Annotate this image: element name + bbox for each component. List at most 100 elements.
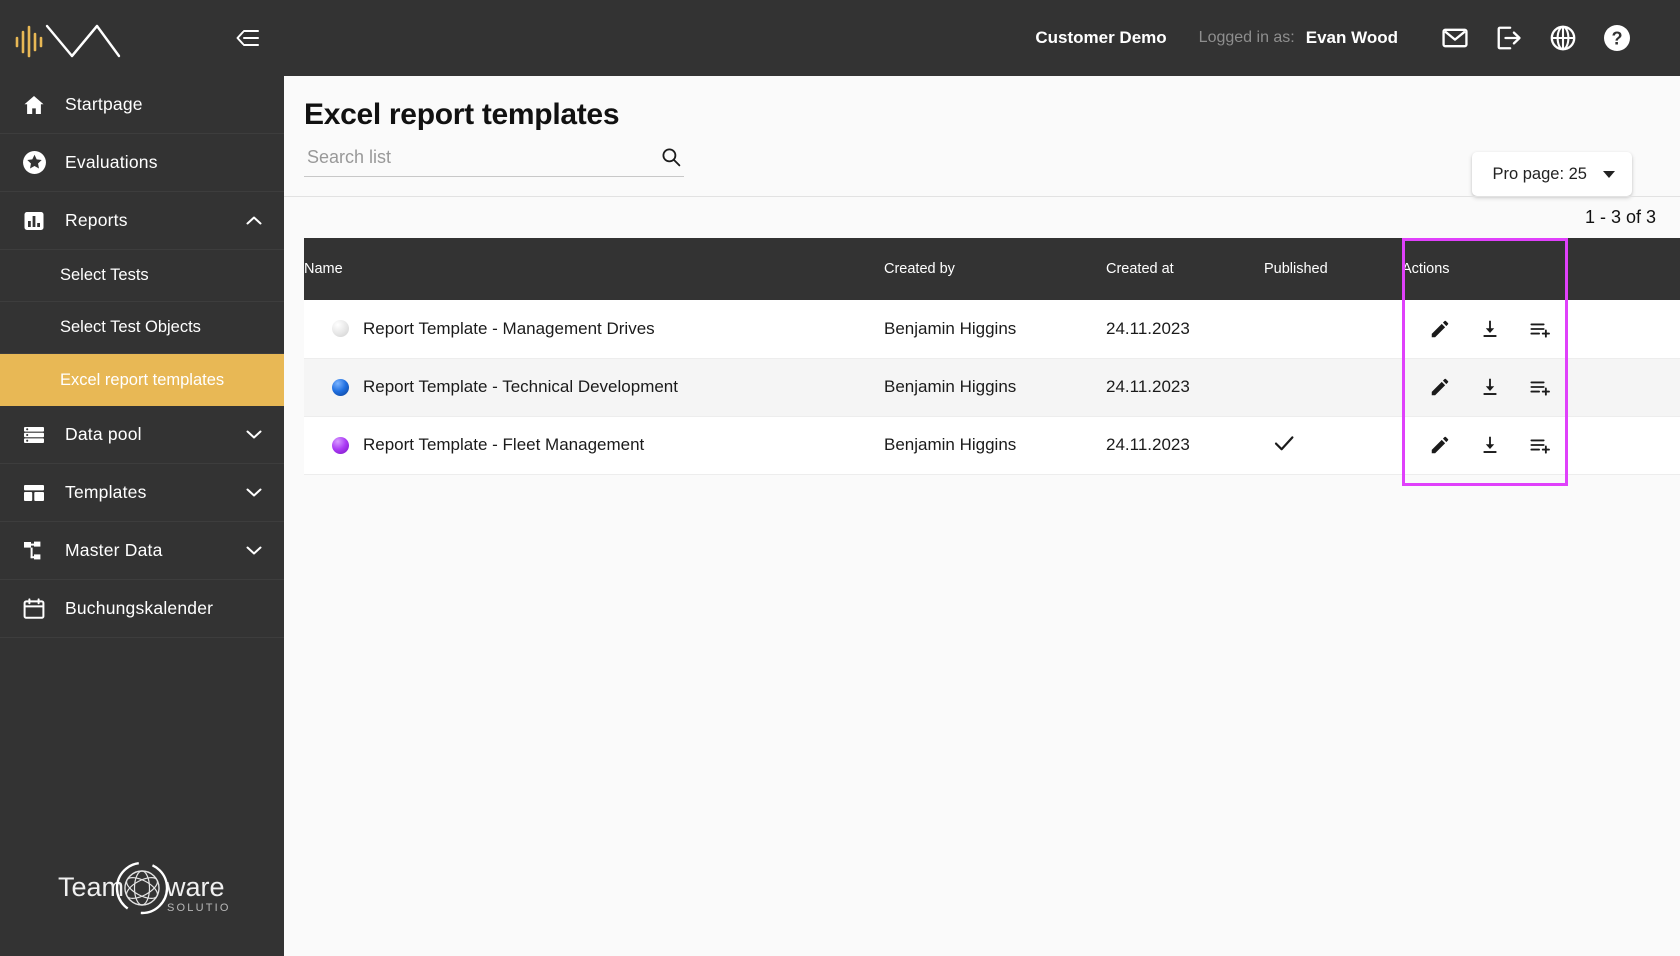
mail-icon[interactable] bbox=[1428, 11, 1482, 65]
cell-name: Report Template - Technical Development bbox=[304, 358, 884, 417]
star-badge-icon bbox=[19, 148, 49, 178]
page-content: Excel report templates Pro page: 25 bbox=[284, 76, 1680, 956]
page-title: Excel report templates bbox=[304, 98, 620, 131]
search-icon[interactable] bbox=[660, 146, 682, 168]
column-header-created-at[interactable]: Created at bbox=[1106, 238, 1264, 300]
chevron-down-icon bbox=[1603, 170, 1615, 178]
add-to-list-icon[interactable] bbox=[1528, 375, 1552, 399]
download-icon[interactable] bbox=[1478, 433, 1502, 457]
svg-text:Team: Team bbox=[58, 872, 124, 902]
tenant-name: Customer Demo bbox=[1035, 28, 1167, 47]
sidebar-item-label: Evaluations bbox=[65, 152, 158, 172]
download-icon[interactable] bbox=[1478, 317, 1502, 341]
column-header-name[interactable]: Name bbox=[304, 238, 884, 300]
top-bar: Customer Demo Logged in as: Evan Wood ? bbox=[284, 0, 1680, 76]
logged-in-user[interactable]: Evan Wood bbox=[1306, 28, 1398, 48]
cell-actions bbox=[1402, 300, 1574, 359]
table-header-row: Name Created by Created at Published Act… bbox=[304, 238, 1680, 300]
svg-text:SOLUTIONS: SOLUTIONS bbox=[167, 902, 230, 914]
chevron-up-icon[interactable] bbox=[246, 213, 262, 229]
table-row[interactable]: Report Template - Fleet Management Benja… bbox=[304, 416, 1680, 475]
bar-chart-icon bbox=[19, 206, 49, 236]
cell-created-at: 24.11.2023 bbox=[1106, 358, 1264, 417]
column-header-actions: Actions bbox=[1402, 238, 1574, 300]
cell-created-at: 24.11.2023 bbox=[1106, 300, 1264, 359]
sidebar-item-templates[interactable]: Templates bbox=[0, 464, 284, 522]
published-check-icon bbox=[1272, 431, 1294, 453]
chevron-down-icon[interactable] bbox=[246, 543, 262, 559]
sidebar-item-startpage[interactable]: Startpage bbox=[0, 76, 284, 134]
help-circle-icon[interactable]: ? bbox=[1590, 11, 1644, 65]
sidebar-item-data-pool[interactable]: Data pool bbox=[0, 406, 284, 464]
sidebar-nav: Startpage Evaluations Reports Select Tes… bbox=[0, 76, 284, 826]
sidebar-subitem-label: Select Tests bbox=[60, 266, 149, 284]
sidebar-item-label: Master Data bbox=[65, 540, 163, 560]
sidebar-item-master-data[interactable]: Master Data bbox=[0, 522, 284, 580]
edit-icon[interactable] bbox=[1428, 433, 1452, 457]
add-to-list-icon[interactable] bbox=[1528, 317, 1552, 341]
company-wave-logo[interactable] bbox=[14, 16, 124, 60]
sidebar-item-label: Data pool bbox=[65, 424, 142, 444]
hierarchy-icon bbox=[19, 536, 49, 566]
sidebar-item-select-test-objects[interactable]: Select Test Objects bbox=[0, 302, 284, 354]
sidebar-item-reports[interactable]: Reports bbox=[0, 192, 284, 250]
sidebar-item-select-tests[interactable]: Select Tests bbox=[0, 250, 284, 302]
search-field[interactable] bbox=[304, 146, 684, 177]
cell-name: Report Template - Management Drives bbox=[304, 300, 884, 359]
sidebar-item-label: Reports bbox=[65, 210, 128, 230]
table-body: Report Template - Management Drives Benj… bbox=[304, 300, 1680, 475]
chevron-down-icon[interactable] bbox=[246, 485, 262, 501]
sidebar-header bbox=[0, 0, 284, 76]
download-icon[interactable] bbox=[1478, 375, 1502, 399]
per-page-selector[interactable]: Pro page: 25 bbox=[1471, 152, 1632, 196]
page-header: Excel report templates Pro page: 25 bbox=[284, 76, 1680, 196]
collapse-panel-icon[interactable] bbox=[232, 23, 262, 53]
svg-text:?: ? bbox=[1611, 28, 1622, 48]
edit-icon[interactable] bbox=[1428, 375, 1452, 399]
cell-actions bbox=[1402, 416, 1574, 475]
add-to-list-icon[interactable] bbox=[1528, 433, 1552, 457]
template-name: Report Template - Technical Development bbox=[363, 377, 678, 396]
sidebar-item-label: Buchungskalender bbox=[65, 598, 214, 618]
cell-spacer bbox=[1574, 358, 1680, 417]
sidebar-subitem-label: Select Test Objects bbox=[60, 318, 201, 336]
cell-created-by: Benjamin Higgins bbox=[884, 416, 1106, 475]
sidebar: Startpage Evaluations Reports Select Tes… bbox=[0, 0, 284, 956]
database-list-icon bbox=[19, 420, 49, 450]
cell-actions bbox=[1402, 358, 1574, 417]
template-name: Report Template - Fleet Management bbox=[363, 435, 645, 454]
layout-template-icon bbox=[19, 478, 49, 508]
per-page-label: Pro page: 25 bbox=[1492, 164, 1588, 183]
calendar-icon bbox=[19, 594, 49, 624]
logged-in-label: Logged in as: bbox=[1198, 29, 1295, 46]
svg-text:ware: ware bbox=[165, 872, 225, 902]
table-section: 1 - 3 of 3 Name Created by Created at Pu… bbox=[284, 196, 1680, 956]
sidebar-item-evaluations[interactable]: Evaluations bbox=[0, 134, 284, 192]
chevron-down-icon[interactable] bbox=[246, 427, 262, 443]
column-header-spacer bbox=[1574, 238, 1680, 300]
sidebar-item-label: Templates bbox=[65, 482, 147, 502]
status-color-dot bbox=[332, 378, 349, 396]
sidebar-item-buchungskalender[interactable]: Buchungskalender bbox=[0, 580, 284, 638]
table-row[interactable]: Report Template - Management Drives Benj… bbox=[304, 300, 1680, 359]
cell-created-by: Benjamin Higgins bbox=[884, 358, 1106, 417]
globe-language-icon[interactable] bbox=[1536, 11, 1590, 65]
search-input[interactable] bbox=[307, 146, 660, 168]
sidebar-footer-logo: Team ware SOLUTIONS bbox=[0, 826, 284, 956]
column-header-created-by[interactable]: Created by bbox=[884, 238, 1106, 300]
status-color-dot bbox=[332, 320, 349, 338]
report-templates-table: Name Created by Created at Published Act… bbox=[304, 238, 1680, 475]
edit-icon[interactable] bbox=[1428, 317, 1452, 341]
status-color-dot bbox=[332, 436, 349, 454]
sidebar-item-label: Startpage bbox=[65, 94, 143, 114]
table-row[interactable]: Report Template - Technical Development … bbox=[304, 358, 1680, 417]
cell-name: Report Template - Fleet Management bbox=[304, 416, 884, 475]
home-icon bbox=[19, 90, 49, 120]
template-name: Report Template - Management Drives bbox=[363, 318, 655, 338]
column-header-published[interactable]: Published bbox=[1264, 238, 1402, 300]
table-header: Name Created by Created at Published Act… bbox=[304, 238, 1680, 300]
sidebar-item-excel-report-templates[interactable]: Excel report templates bbox=[0, 354, 284, 406]
sidebar-subitem-label: Excel report templates bbox=[60, 370, 225, 389]
cell-created-at: 24.11.2023 bbox=[1106, 416, 1264, 475]
logout-icon[interactable] bbox=[1482, 11, 1536, 65]
